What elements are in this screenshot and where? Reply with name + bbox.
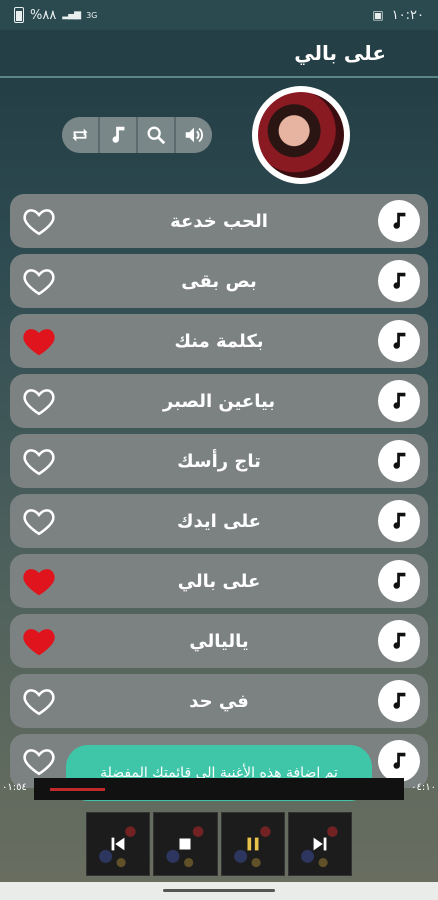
favorite-button[interactable]	[20, 563, 58, 599]
progress-fill	[50, 788, 105, 791]
favorite-button[interactable]	[20, 323, 58, 359]
home-indicator[interactable]	[163, 889, 275, 892]
status-right: ▣ ١٠:٢٠	[372, 8, 424, 23]
skip-previous-icon	[111, 837, 125, 851]
artist-photo	[258, 92, 344, 178]
music-note-icon	[393, 692, 406, 709]
stop-button[interactable]	[153, 812, 218, 876]
song-row[interactable]: في حد	[10, 674, 428, 728]
song-row[interactable]: بص بقى	[10, 254, 428, 308]
song-row[interactable]: على بالي	[10, 554, 428, 608]
system-nav-bar	[0, 882, 438, 900]
play-song-button[interactable]	[378, 500, 420, 542]
music-note-icon	[112, 126, 125, 143]
status-bar: %٨٨ ▂▄▆ 3G ▣ ١٠:٢٠	[0, 0, 438, 30]
song-title: بكلمة منك	[174, 330, 264, 352]
song-title: بص بقى	[181, 270, 257, 292]
favorite-button[interactable]	[20, 503, 58, 539]
music-note-icon	[393, 572, 406, 589]
song-title: ياليالي	[189, 630, 249, 652]
heart-icon	[23, 329, 55, 356]
song-row[interactable]: ياليالي	[10, 614, 428, 668]
volume-icon	[185, 127, 203, 143]
music-note-button[interactable]	[100, 117, 136, 153]
total-time: ٠٤:١٠	[411, 782, 436, 793]
music-note-icon	[393, 332, 406, 349]
repeat-button[interactable]	[62, 117, 98, 153]
progress-bar[interactable]: ٠١:٥٤ ٠٤:١٠	[0, 776, 438, 802]
app-title: على بالي	[294, 41, 386, 65]
music-note-icon	[393, 752, 406, 769]
song-title: بياعين الصبر	[162, 390, 276, 412]
battery-level: %٨٨	[30, 7, 57, 23]
battery-icon	[14, 7, 24, 23]
play-song-button[interactable]	[378, 680, 420, 722]
stop-icon	[179, 838, 191, 850]
song-list: الحب خدعة بص بقى بكلمة منك بياعين الصبر تاج …	[10, 194, 428, 794]
song-title: في حد	[189, 690, 249, 712]
song-row[interactable]: تاج رأسك	[10, 434, 428, 488]
skip-next-icon	[313, 837, 327, 851]
favorite-button[interactable]	[20, 383, 58, 419]
heart-icon	[23, 569, 55, 596]
heart-icon	[23, 389, 55, 416]
app-bar: على بالي	[0, 30, 438, 78]
play-song-button[interactable]	[378, 260, 420, 302]
play-song-button[interactable]	[378, 620, 420, 662]
song-row[interactable]: بياعين الصبر	[10, 374, 428, 428]
favorite-button[interactable]	[20, 263, 58, 299]
play-song-button[interactable]	[378, 440, 420, 482]
signal-icon: ▂▄▆	[62, 10, 81, 20]
player-controls	[86, 812, 352, 876]
repeat-icon	[72, 128, 88, 142]
song-title: تاج رأسك	[177, 450, 261, 472]
favorite-button[interactable]	[20, 743, 58, 779]
network-type: 3G	[86, 10, 98, 20]
music-note-icon	[393, 392, 406, 409]
toolbar	[62, 117, 212, 153]
song-row[interactable]: الحب خدعة	[10, 194, 428, 248]
volume-button[interactable]	[176, 117, 212, 153]
heart-icon	[23, 689, 55, 716]
heart-icon	[23, 449, 55, 476]
status-time: ١٠:٢٠	[391, 7, 424, 23]
heart-icon	[23, 749, 55, 776]
music-note-icon	[393, 272, 406, 289]
previous-button[interactable]	[86, 812, 151, 876]
favorite-button[interactable]	[20, 683, 58, 719]
search-button[interactable]	[138, 117, 174, 153]
play-song-button[interactable]	[378, 320, 420, 362]
music-note-icon	[393, 212, 406, 229]
music-note-icon	[393, 632, 406, 649]
elapsed-time: ٠١:٥٤	[2, 782, 27, 793]
play-song-button[interactable]	[378, 560, 420, 602]
play-song-button[interactable]	[378, 380, 420, 422]
heart-icon	[23, 509, 55, 536]
song-title: الحب خدعة	[170, 210, 268, 232]
play-song-button[interactable]	[378, 200, 420, 242]
artist-avatar	[252, 86, 350, 184]
album-header	[0, 80, 438, 188]
song-title: على بالي	[177, 570, 261, 592]
favorite-button[interactable]	[20, 623, 58, 659]
progress-track[interactable]	[34, 778, 404, 800]
favorite-button[interactable]	[20, 443, 58, 479]
song-row[interactable]: بكلمة منك	[10, 314, 428, 368]
song-title: على ايدك	[177, 510, 261, 532]
music-note-icon	[393, 512, 406, 529]
heart-icon	[23, 629, 55, 656]
status-left: %٨٨ ▂▄▆ 3G	[14, 7, 97, 23]
search-icon	[147, 126, 166, 145]
heart-icon	[23, 209, 55, 236]
music-note-icon	[393, 452, 406, 469]
pause-icon	[247, 837, 259, 851]
song-row[interactable]: على ايدك	[10, 494, 428, 548]
pause-button[interactable]	[220, 812, 285, 876]
favorite-button[interactable]	[20, 203, 58, 239]
notification-icon: ▣	[372, 8, 384, 22]
heart-icon	[23, 269, 55, 296]
next-button[interactable]	[287, 812, 352, 876]
